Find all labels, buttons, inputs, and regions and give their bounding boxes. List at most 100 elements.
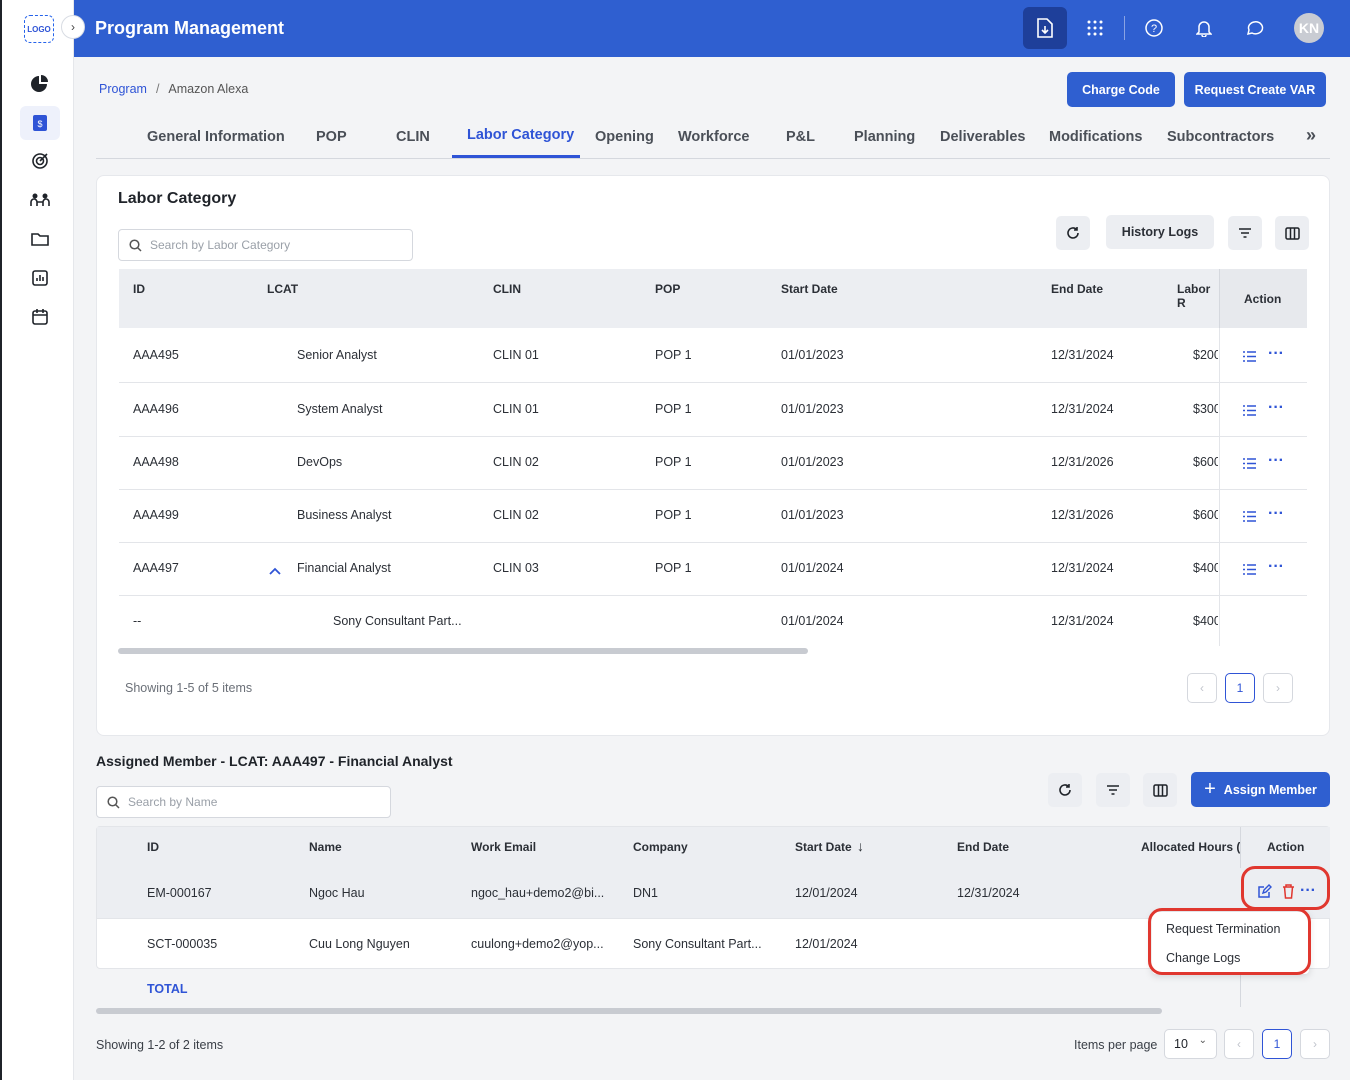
prev-page-button[interactable]: ‹: [1187, 673, 1217, 703]
member-search-input[interactable]: Search by Name: [96, 786, 391, 818]
col-labor-rate: Labor R: [1177, 282, 1211, 310]
chevron-up-icon[interactable]: [269, 562, 281, 580]
member-filter-button[interactable]: [1096, 773, 1130, 807]
col-action: Action: [1244, 292, 1282, 306]
member-row-selected-bg: [97, 868, 1330, 918]
help-icon[interactable]: ?: [1132, 7, 1176, 49]
next-page-button[interactable]: ›: [1263, 673, 1293, 703]
list-icon[interactable]: [1243, 349, 1256, 367]
member-prev-page-button[interactable]: ‹: [1224, 1029, 1254, 1059]
people-icon[interactable]: [20, 183, 60, 217]
lcat-clin: CLIN 01: [493, 402, 539, 416]
list-icon[interactable]: [1243, 456, 1256, 474]
items-per-page-label: Items per page: [1074, 1038, 1158, 1052]
labor-showing-text: Showing 1-5 of 5 items: [125, 681, 253, 695]
sidebar-collapse-button[interactable]: ›: [61, 15, 85, 39]
col-member-id: ID: [147, 840, 159, 854]
tab-workforce[interactable]: Workforce: [678, 129, 749, 145]
history-logs-button[interactable]: History Logs: [1106, 215, 1214, 249]
tabs-more-icon[interactable]: »: [1306, 125, 1316, 146]
more-options-icon[interactable]: ···: [1268, 345, 1284, 363]
member-start-date: 12/01/2024: [795, 937, 858, 951]
chat-icon[interactable]: [1233, 7, 1277, 49]
list-icon[interactable]: [1243, 509, 1256, 527]
member-page-1-button[interactable]: 1: [1262, 1029, 1292, 1059]
member-next-page-button[interactable]: ›: [1300, 1029, 1330, 1059]
dashboard-icon[interactable]: [20, 67, 60, 101]
sort-down-icon[interactable]: ↓: [857, 838, 864, 854]
refresh-icon: [1059, 784, 1071, 796]
tab-bar: General Information POP CLIN Labor Categ…: [96, 114, 1330, 159]
target-icon[interactable]: [20, 144, 60, 178]
labor-search-input[interactable]: Search by Labor Category: [118, 229, 413, 261]
charge-code-button[interactable]: Charge Code: [1067, 72, 1175, 107]
bell-icon[interactable]: [1182, 7, 1226, 49]
member-end-date: 12/31/2024: [957, 886, 1020, 900]
member-horizontal-scrollbar[interactable]: [96, 1008, 1162, 1014]
tab-opening[interactable]: Opening: [595, 129, 654, 145]
lcat-labor-rate: $600: [1193, 508, 1218, 522]
tab-pop[interactable]: POP: [316, 129, 347, 145]
page-1-button[interactable]: 1: [1225, 673, 1255, 703]
items-per-page-select[interactable]: 10 ⌄: [1164, 1029, 1217, 1059]
filter-button[interactable]: [1228, 216, 1262, 250]
lcat-end-date: 12/31/2026: [1051, 508, 1114, 522]
list-icon[interactable]: [1243, 403, 1256, 421]
more-options-icon[interactable]: ···: [1268, 399, 1284, 417]
folder-icon[interactable]: [20, 222, 60, 256]
assign-member-button[interactable]: + Assign Member: [1191, 772, 1330, 807]
lcat-start-date: 01/01/2023: [781, 508, 844, 522]
row-divider: [119, 542, 1307, 543]
assign-member-label: Assign Member: [1223, 782, 1317, 797]
breadcrumb-program-link[interactable]: Program: [99, 82, 147, 96]
download-doc-icon[interactable]: [1023, 7, 1067, 49]
col-end-date: End Date: [1051, 282, 1104, 296]
tab-general-information[interactable]: General Information: [147, 129, 285, 145]
lcat-clin: CLIN 02: [493, 455, 539, 469]
member-refresh-button[interactable]: [1048, 773, 1082, 807]
horizontal-scrollbar[interactable]: [118, 648, 808, 654]
filter-icon: [1239, 228, 1251, 238]
member-columns-button[interactable]: [1143, 773, 1177, 807]
col-member-start-date[interactable]: Start Date: [795, 840, 852, 854]
list-icon[interactable]: [1243, 562, 1256, 580]
more-options-icon[interactable]: ···: [1268, 505, 1284, 523]
tab-pl[interactable]: P&L: [786, 129, 815, 145]
sub-row-lcat: Sony Consultant Part...: [333, 614, 462, 628]
items-per-page-value: 10: [1174, 1037, 1188, 1051]
more-options-icon[interactable]: ···: [1268, 558, 1284, 576]
report-chart-icon[interactable]: [20, 261, 60, 295]
lcat-id: AAA496: [133, 402, 179, 416]
avatar[interactable]: KN: [1294, 13, 1324, 43]
program-doc-icon[interactable]: $: [20, 106, 60, 140]
lcat-name: Financial Analyst: [297, 561, 391, 575]
tab-modifications[interactable]: Modifications: [1049, 129, 1142, 145]
more-options-icon[interactable]: ···: [1268, 452, 1284, 470]
col-pop: POP: [655, 282, 681, 296]
chevron-down-icon: ⌄: [1198, 1035, 1207, 1046]
lcat-pop: POP 1: [655, 348, 692, 362]
columns-icon: [1152, 783, 1168, 797]
sidebar: LOGO $: [0, 0, 74, 1080]
lcat-clin: CLIN 02: [493, 508, 539, 522]
tab-deliverables[interactable]: Deliverables: [940, 129, 1025, 145]
lcat-clin: CLIN 01: [493, 348, 539, 362]
lcat-id: AAA498: [133, 455, 179, 469]
lcat-end-date: 12/31/2026: [1051, 455, 1114, 469]
member-start-date: 12/01/2024: [795, 886, 858, 900]
lcat-name: Senior Analyst: [297, 348, 377, 362]
lcat-pop: POP 1: [655, 455, 692, 469]
labor-table-header: [119, 269, 1307, 328]
columns-button[interactable]: [1275, 216, 1309, 250]
tab-subcontractors[interactable]: Subcontractors: [1167, 129, 1274, 145]
tab-planning[interactable]: Planning: [854, 129, 915, 145]
request-create-var-button[interactable]: Request Create VAR: [1184, 72, 1326, 107]
tab-labor-category[interactable]: Labor Category: [467, 127, 574, 143]
refresh-button[interactable]: [1056, 216, 1090, 250]
lcat-name: Business Analyst: [297, 508, 392, 522]
lcat-pop: POP 1: [655, 561, 692, 575]
app-title: Program Management: [95, 18, 285, 38]
calendar-icon[interactable]: [20, 299, 60, 333]
apps-grid-icon[interactable]: [1073, 7, 1117, 49]
tab-clin[interactable]: CLIN: [396, 129, 430, 145]
